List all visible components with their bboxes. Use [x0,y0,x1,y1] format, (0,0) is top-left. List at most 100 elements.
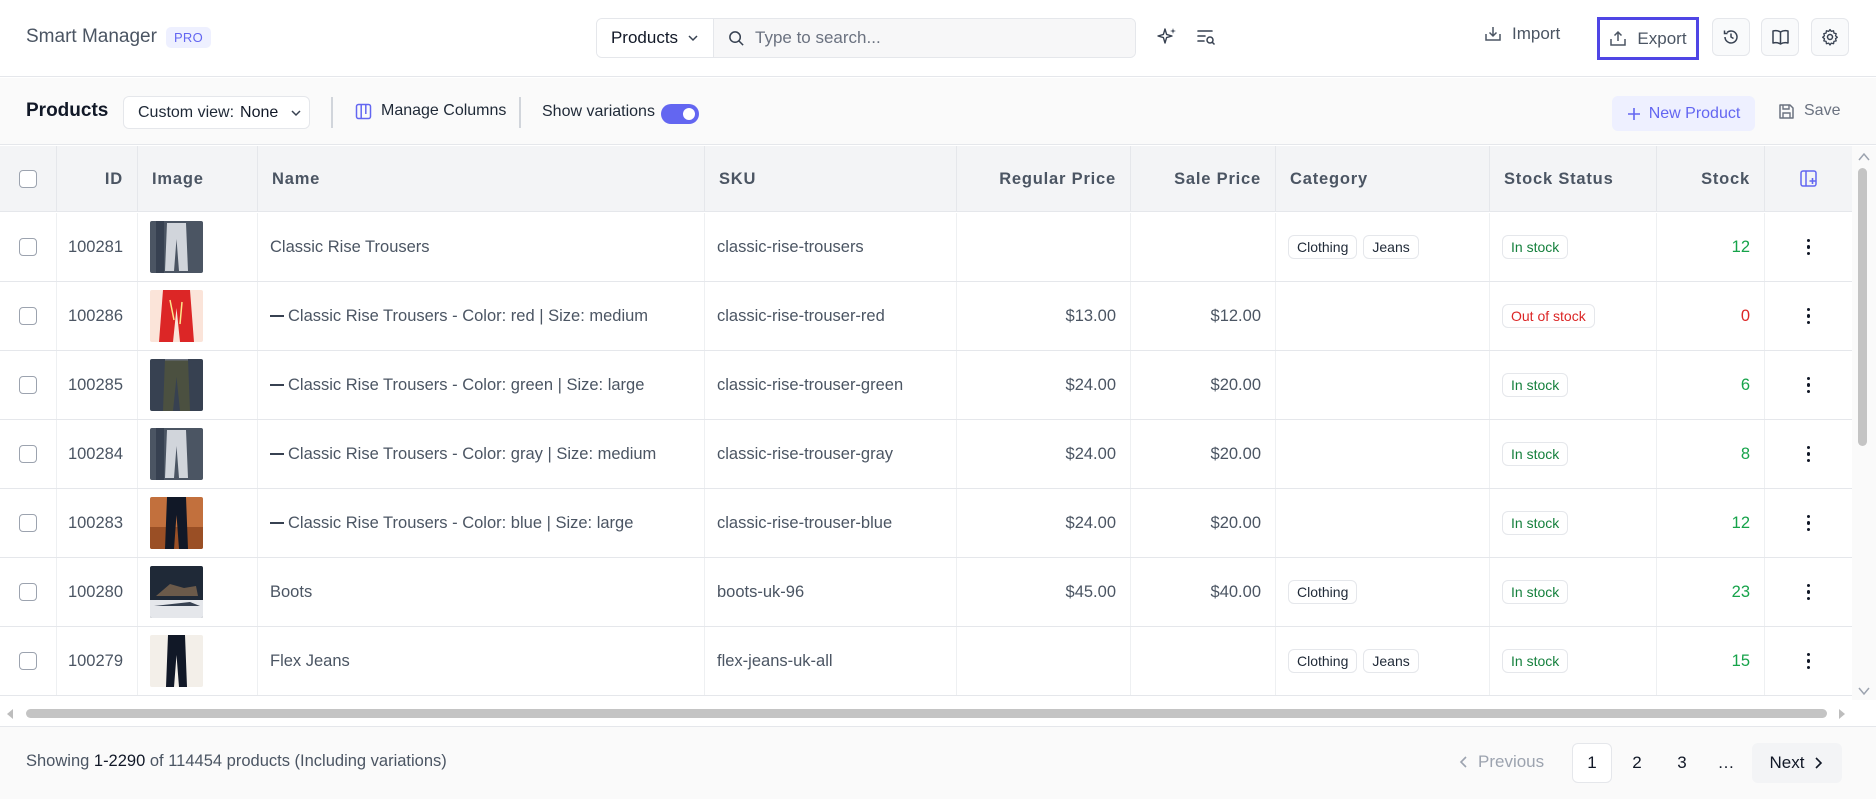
column-header-stock-status[interactable]: Stock Status [1490,146,1657,212]
new-product-button[interactable]: New Product [1612,96,1755,131]
docs-button[interactable] [1761,18,1799,56]
stock-cell[interactable]: 15 [1657,627,1765,695]
table-row[interactable]: 100280 Boots boots-uk-96 $45.00 $40.00 Clothi… [0,558,1852,627]
scroll-up-icon[interactable] [1858,152,1870,162]
id-cell[interactable]: 100280 [57,558,138,626]
entity-dropdown[interactable]: Products [597,19,714,57]
sale-price-cell[interactable]: $20.00 [1131,420,1276,488]
horizontal-scroll-thumb[interactable] [26,709,1827,718]
stock-status-cell[interactable]: In stock [1490,558,1657,626]
row-checkbox[interactable] [19,238,37,256]
sale-price-cell[interactable]: $40.00 [1131,558,1276,626]
page-2-button[interactable]: 2 [1617,743,1657,783]
row-checkbox[interactable] [19,514,37,532]
import-button[interactable]: Import [1484,24,1560,44]
save-button[interactable]: Save [1778,102,1840,120]
category-cell[interactable] [1276,351,1490,419]
table-row[interactable]: 100286 Classic Rise Trousers - Color: red… [0,282,1852,351]
column-header-stock[interactable]: Stock [1657,146,1765,212]
id-cell[interactable]: 100281 [57,213,138,281]
sale-price-cell[interactable]: $20.00 [1131,489,1276,557]
more-options-icon[interactable] [1806,307,1811,325]
stock-cell[interactable]: 12 [1657,489,1765,557]
regular-price-cell[interactable] [957,213,1131,281]
history-button[interactable] [1712,18,1750,56]
category-cell[interactable]: Clothing [1276,558,1490,626]
manage-columns-button[interactable]: Manage Columns [355,102,506,120]
id-cell[interactable]: 100279 [57,627,138,695]
sale-price-cell[interactable] [1131,627,1276,695]
column-header-category[interactable]: Category [1276,146,1490,212]
sku-cell[interactable]: classic-rise-trouser-green [705,351,957,419]
product-thumbnail[interactable] [150,566,203,618]
stock-cell[interactable]: 23 [1657,558,1765,626]
vertical-scrollbar[interactable] [1852,146,1876,700]
more-options-icon[interactable] [1806,445,1811,463]
column-header-name[interactable]: Name [258,146,705,212]
category-cell[interactable]: Clothing Jeans [1276,627,1490,695]
product-thumbnail[interactable] [150,290,203,342]
product-thumbnail[interactable] [150,497,203,549]
table-row[interactable]: 100284 Classic Rise Trousers - Color: gra… [0,420,1852,489]
id-cell[interactable]: 100283 [57,489,138,557]
stock-status-cell[interactable]: Out of stock [1490,282,1657,350]
ai-sparkle-button[interactable] [1154,24,1180,50]
custom-view-dropdown[interactable]: Custom view: None [123,96,310,129]
export-button[interactable]: Export [1597,17,1699,60]
stock-cell[interactable]: 0 [1657,282,1765,350]
id-cell[interactable]: 100286 [57,282,138,350]
row-checkbox[interactable] [19,445,37,463]
sku-cell[interactable]: classic-rise-trousers [705,213,957,281]
name-cell[interactable]: Classic Rise Trousers - Color: red | Siz… [258,282,705,350]
name-cell[interactable]: Classic Rise Trousers [258,213,705,281]
row-checkbox[interactable] [19,307,37,325]
settings-button[interactable] [1811,18,1849,56]
regular-price-cell[interactable]: $13.00 [957,282,1131,350]
stock-status-cell[interactable]: In stock [1490,489,1657,557]
row-checkbox[interactable] [19,583,37,601]
regular-price-cell[interactable]: $24.00 [957,351,1131,419]
row-checkbox[interactable] [19,652,37,670]
id-cell[interactable]: 100284 [57,420,138,488]
search-input[interactable] [755,28,1135,48]
column-header-image[interactable]: Image [138,146,258,212]
sale-price-cell[interactable]: $12.00 [1131,282,1276,350]
stock-cell[interactable]: 12 [1657,213,1765,281]
sale-price-cell[interactable] [1131,213,1276,281]
table-row[interactable]: 100279 Flex Jeans flex-jeans-uk-all Clothin… [0,627,1852,696]
more-options-icon[interactable] [1806,583,1811,601]
sku-cell[interactable]: classic-rise-trouser-blue [705,489,957,557]
regular-price-cell[interactable]: $45.00 [957,558,1131,626]
product-thumbnail[interactable] [150,635,203,687]
id-cell[interactable]: 100285 [57,351,138,419]
advanced-search-button[interactable] [1193,24,1219,50]
table-row[interactable]: 100285 Classic Rise Trousers - Color: gre… [0,351,1852,420]
page-1-button[interactable]: 1 [1572,743,1612,783]
stock-cell[interactable]: 8 [1657,420,1765,488]
category-cell[interactable] [1276,420,1490,488]
category-cell[interactable] [1276,489,1490,557]
name-cell[interactable]: Classic Rise Trousers - Color: blue | Si… [258,489,705,557]
product-thumbnail[interactable] [150,428,203,480]
name-cell[interactable]: Classic Rise Trousers - Color: gray | Si… [258,420,705,488]
table-row[interactable]: 100283 Classic Rise Trousers - Color: blu… [0,489,1852,558]
more-options-icon[interactable] [1806,514,1811,532]
product-thumbnail[interactable] [150,359,203,411]
sku-cell[interactable]: classic-rise-trouser-red [705,282,957,350]
add-column-icon[interactable] [1799,169,1819,189]
regular-price-cell[interactable]: $24.00 [957,489,1131,557]
sku-cell[interactable]: classic-rise-trouser-gray [705,420,957,488]
product-thumbnail[interactable] [150,221,203,273]
stock-status-cell[interactable]: In stock [1490,351,1657,419]
category-cell[interactable]: Clothing Jeans [1276,213,1490,281]
name-cell[interactable]: Boots [258,558,705,626]
stock-status-cell[interactable]: In stock [1490,213,1657,281]
scroll-right-icon[interactable] [1837,708,1847,720]
column-header-sale-price[interactable]: Sale Price [1131,146,1276,212]
regular-price-cell[interactable] [957,627,1131,695]
more-options-icon[interactable] [1806,652,1811,670]
more-options-icon[interactable] [1806,376,1811,394]
column-header-id[interactable]: ID [57,146,138,212]
row-checkbox[interactable] [19,376,37,394]
name-cell[interactable]: Classic Rise Trousers - Color: green | S… [258,351,705,419]
